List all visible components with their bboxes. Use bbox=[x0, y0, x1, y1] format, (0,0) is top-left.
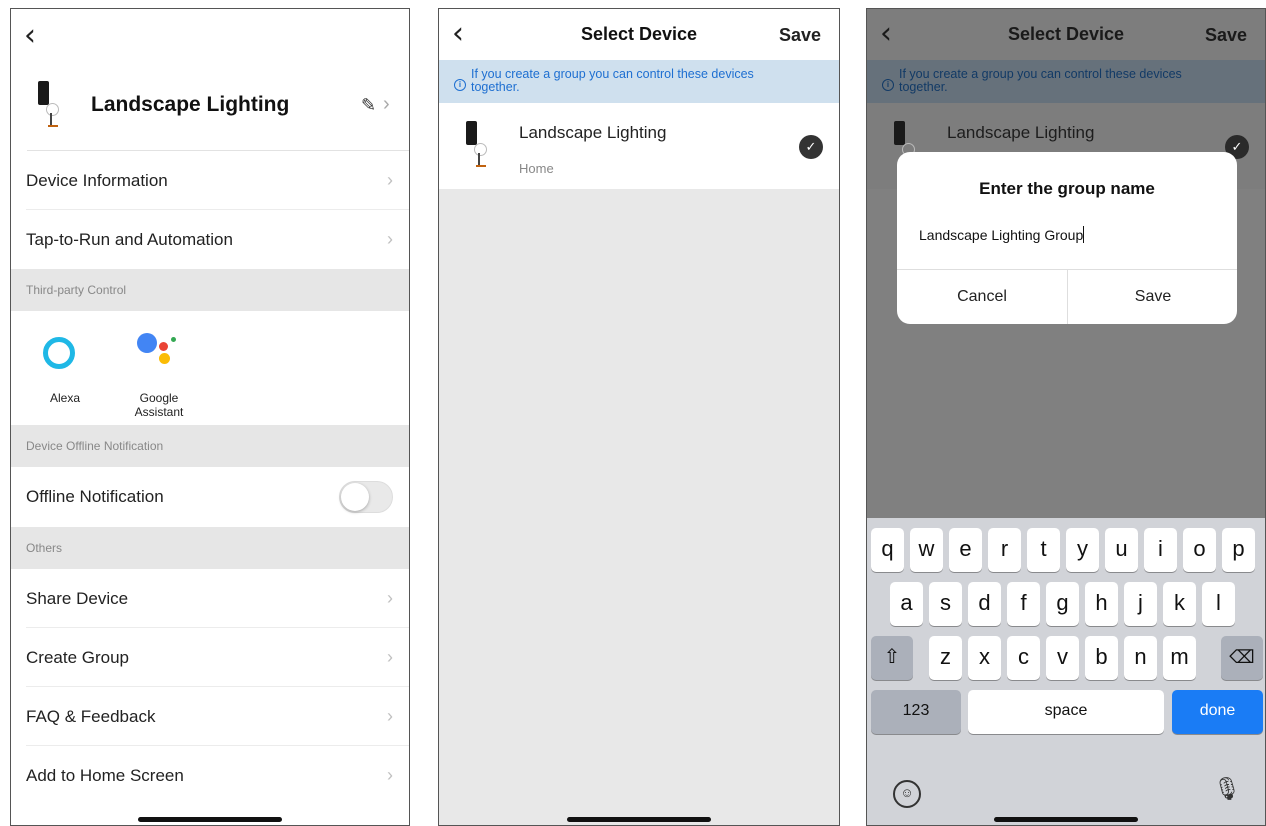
key-w[interactable]: w bbox=[910, 528, 943, 572]
dialog-title: Enter the group name bbox=[979, 179, 1155, 198]
info-icon: i bbox=[454, 79, 466, 91]
group-name-dialog: Enter the group name Landscape Lighting … bbox=[897, 152, 1237, 324]
key-d[interactable]: d bbox=[968, 582, 1001, 626]
nav-bar: ‹ Select Device Save bbox=[867, 9, 1265, 60]
key-a[interactable]: a bbox=[890, 582, 923, 626]
info-banner: i If you create a group you can control … bbox=[439, 60, 839, 103]
nav-bar: ‹ Select Device Save bbox=[439, 9, 839, 60]
info-banner: i If you create a group you can control … bbox=[867, 60, 1265, 103]
chevron-right-icon: › bbox=[387, 706, 393, 726]
key-j[interactable]: j bbox=[1124, 582, 1157, 626]
key-l[interactable]: l bbox=[1202, 582, 1235, 626]
key-q[interactable]: q bbox=[871, 528, 904, 572]
group-name-input[interactable]: Landscape Lighting Group bbox=[919, 226, 1085, 243]
row-label: Device Information bbox=[26, 170, 168, 190]
info-banner-text: If you create a group you can control th… bbox=[899, 67, 1182, 94]
cancel-button[interactable]: Cancel bbox=[897, 269, 1067, 324]
device-information-row[interactable]: Device Information › bbox=[11, 151, 409, 210]
row-label: Add to Home Screen bbox=[26, 765, 184, 785]
device-settings-screen: ‹ Landscape Lighting ✎ › Device Informat… bbox=[10, 8, 410, 826]
key-y[interactable]: y bbox=[1066, 528, 1099, 572]
device-room: Home bbox=[519, 161, 554, 176]
offline-notification-row: Offline Notification bbox=[11, 467, 409, 527]
shift-key-icon[interactable]: ⇧ bbox=[871, 636, 913, 680]
chevron-right-icon: › bbox=[387, 170, 393, 190]
key-k[interactable]: k bbox=[1163, 582, 1196, 626]
key-v[interactable]: v bbox=[1046, 636, 1079, 680]
key-r[interactable]: r bbox=[988, 528, 1021, 572]
key-m[interactable]: m bbox=[1163, 636, 1196, 680]
row-label: FAQ & Feedback bbox=[26, 706, 156, 726]
save-button[interactable]: Save bbox=[1205, 25, 1247, 46]
key-n[interactable]: n bbox=[1124, 636, 1157, 680]
chevron-right-icon: › bbox=[387, 765, 393, 785]
microphone-icon[interactable]: 🎙 bbox=[1213, 776, 1241, 802]
section-header-third-party: Third-party Control bbox=[11, 269, 409, 311]
chevron-right-icon: › bbox=[387, 229, 393, 249]
chevron-right-icon: › bbox=[387, 588, 393, 608]
key-f[interactable]: f bbox=[1007, 582, 1040, 626]
key-e[interactable]: e bbox=[949, 528, 982, 572]
key-i[interactable]: i bbox=[1144, 528, 1177, 572]
device-thumbnail bbox=[466, 121, 494, 173]
device-title: Landscape Lighting bbox=[91, 93, 290, 116]
row-label: Create Group bbox=[26, 647, 129, 667]
key-x[interactable]: x bbox=[968, 636, 1001, 680]
key-u[interactable]: u bbox=[1105, 528, 1138, 572]
row-label: Offline Notification bbox=[26, 487, 164, 506]
device-thumbnail bbox=[38, 81, 66, 133]
alexa-icon[interactable] bbox=[43, 337, 75, 369]
device-name: Landscape Lighting bbox=[947, 123, 1095, 142]
row-label: Tap-to-Run and Automation bbox=[26, 229, 233, 249]
google-assistant-label: Google Assistant bbox=[134, 391, 184, 419]
keyboard: q w e r t y u i o p a s d f g h j k l ⇧ … bbox=[867, 518, 1265, 825]
share-device-row[interactable]: Share Device › bbox=[11, 569, 409, 628]
add-to-home-screen-row[interactable]: Add to Home Screen › bbox=[11, 746, 409, 805]
key-z[interactable]: z bbox=[929, 636, 962, 680]
key-g[interactable]: g bbox=[1046, 582, 1079, 626]
create-group-row[interactable]: Create Group › bbox=[11, 628, 409, 687]
device-name: Landscape Lighting bbox=[519, 123, 667, 142]
edit-pencil-icon[interactable]: ✎ bbox=[361, 95, 376, 116]
key-t[interactable]: t bbox=[1027, 528, 1060, 572]
key-h[interactable]: h bbox=[1085, 582, 1118, 626]
key-p[interactable]: p bbox=[1222, 528, 1255, 572]
google-assistant-icon[interactable] bbox=[137, 333, 181, 373]
save-button[interactable]: Save bbox=[779, 25, 821, 46]
backspace-key-icon[interactable]: ⌫ bbox=[1221, 636, 1263, 680]
info-banner-text: If you create a group you can control th… bbox=[471, 67, 754, 94]
alexa-label: Alexa bbox=[49, 391, 81, 405]
space-key[interactable]: space bbox=[968, 690, 1164, 734]
chevron-right-icon[interactable]: › bbox=[383, 93, 390, 116]
row-label: Share Device bbox=[26, 588, 129, 608]
section-header-offline: Device Offline Notification bbox=[11, 425, 409, 467]
home-indicator bbox=[567, 817, 711, 822]
select-device-screen: ‹ Select Device Save i If you create a g… bbox=[438, 8, 840, 826]
home-indicator bbox=[994, 817, 1138, 822]
faq-feedback-row[interactable]: FAQ & Feedback › bbox=[11, 687, 409, 746]
device-list-item[interactable]: Landscape Lighting Home ✓ bbox=[439, 103, 839, 189]
group-name-screen: ‹ Select Device Save i If you create a g… bbox=[866, 8, 1266, 826]
checkmark-icon[interactable]: ✓ bbox=[799, 135, 823, 159]
done-key[interactable]: done bbox=[1172, 690, 1263, 734]
chevron-right-icon: › bbox=[387, 647, 393, 667]
home-indicator bbox=[138, 817, 282, 822]
numbers-key[interactable]: 123 bbox=[871, 690, 961, 734]
info-icon: i bbox=[882, 79, 894, 91]
offline-notification-toggle[interactable] bbox=[339, 481, 393, 513]
key-c[interactable]: c bbox=[1007, 636, 1040, 680]
section-header-others: Others bbox=[11, 527, 409, 569]
third-party-control-block: Alexa Google Assistant bbox=[11, 311, 409, 425]
back-chevron-icon[interactable]: ‹ bbox=[24, 21, 36, 51]
key-o[interactable]: o bbox=[1183, 528, 1216, 572]
emoji-icon[interactable]: ☺ bbox=[893, 780, 921, 808]
key-b[interactable]: b bbox=[1085, 636, 1118, 680]
dialog-save-button[interactable]: Save bbox=[1068, 269, 1237, 324]
key-s[interactable]: s bbox=[929, 582, 962, 626]
tap-to-run-row[interactable]: Tap-to-Run and Automation › bbox=[11, 210, 409, 269]
